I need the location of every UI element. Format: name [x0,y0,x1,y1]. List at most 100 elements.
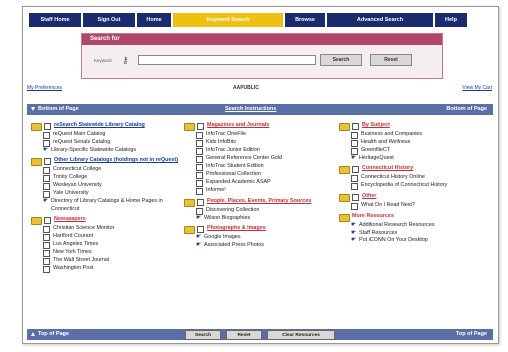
checkbox[interactable] [351,132,358,139]
section-checkbox[interactable] [197,226,204,234]
link-icon: ☛ [196,241,202,248]
checkbox[interactable] [351,183,358,191]
checkbox[interactable] [196,172,203,179]
view-cart-link[interactable]: View My Cart [462,85,492,91]
checkbox[interactable] [196,140,203,147]
bottom-of-page-link-left[interactable]: Bottom of Page [31,104,79,115]
search-button[interactable]: Search [320,54,362,66]
list-item[interactable]: Wilson Biographies [204,215,250,222]
profile-label: AAPUBLIC [233,85,259,91]
link-icon: ☛ [351,236,357,243]
checkbox[interactable] [43,183,50,191]
section-heading[interactable]: Photographs & Images [207,225,266,232]
tab-home[interactable]: Home [137,13,171,27]
section-heading[interactable]: Other Library Catalogs (holdings not in … [54,157,178,164]
list-item[interactable]: Directory of Library Catalogs & Home Pag… [51,198,181,213]
section-checkbox[interactable] [352,194,359,202]
checkbox[interactable] [43,225,50,233]
checkbox[interactable] [196,164,203,171]
section-checkbox[interactable] [44,216,51,224]
checkbox[interactable] [196,208,203,215]
clear-resources-button[interactable]: Clear Resources [267,330,335,340]
list-item: Los Angeles Times [53,240,99,247]
column-catalogs: reSearch Statewide Library Catalog reQue… [31,121,181,273]
checkbox[interactable] [43,265,50,273]
list-item: Professional Collection [206,171,261,177]
checkbox[interactable] [43,241,50,249]
checkbox[interactable] [43,257,50,265]
checkbox[interactable] [196,180,203,187]
bottom-of-page-link-right[interactable]: Bottom of Page [446,104,487,115]
list-item: Hartford Courant [53,232,94,239]
search-resources-button[interactable]: Search [185,330,221,340]
list-item[interactable]: Associated Press Photos [204,242,264,249]
folder-icon [339,166,350,175]
reset-button[interactable]: Reset [370,54,412,66]
tab-sign-out[interactable]: Sign Out [83,13,135,27]
list-item[interactable]: Google Images [204,234,241,241]
tab-browse[interactable]: Browse [285,13,325,27]
checkbox[interactable] [351,175,358,183]
section-heading[interactable]: reSearch Statewide Library Catalog [54,122,145,129]
checkbox[interactable] [43,233,50,241]
section-checkbox[interactable] [44,123,51,130]
reset-resources-button[interactable]: Reset [226,330,262,340]
resource-list: reSearch Statewide Library Catalog reQue… [27,115,493,329]
list-item: InfoTrac Student Edition [206,163,264,169]
checkbox[interactable] [196,148,203,155]
section-checkbox[interactable] [197,199,204,206]
tab-keyword-search[interactable]: Keyword Search [173,13,283,27]
list-item: General Reference Center Gold [206,155,283,161]
section-checkbox[interactable] [352,123,359,130]
link-icon: ☛ [351,222,357,229]
checkbox[interactable] [351,140,358,147]
keyword-input[interactable] [138,55,316,65]
top-of-page-link-right[interactable]: Top of Page [456,329,487,340]
checkbox[interactable] [43,191,50,199]
section-checkbox[interactable] [44,158,51,166]
section-checkbox[interactable] [197,123,204,130]
list-item: Christian Science Monitor [53,224,115,231]
section-heading[interactable]: People, Places, Events, Primary Sources [207,198,311,205]
checkbox[interactable] [196,156,203,163]
list-item[interactable]: Staff Resources [359,230,397,237]
search-instructions-link[interactable]: Search Instructions [225,104,276,115]
link-icon: ☛ [43,147,49,153]
tab-advanced-search[interactable]: Advanced Search [327,13,433,27]
checkbox[interactable] [351,148,358,155]
link-icon: ☛ [351,155,357,161]
tab-staff-home[interactable]: Staff Home [29,13,81,27]
checkbox[interactable] [43,140,50,147]
section-checkbox[interactable] [352,166,359,174]
link-icon: ☛ [196,215,202,221]
section-heading[interactable]: Magazines and Journals [207,122,269,129]
checkbox[interactable] [196,188,203,195]
folder-icon [31,216,42,225]
list-item: The Wall Street Journal [53,256,110,263]
list-item[interactable]: Library-Specific Statewide Catalogs [51,147,136,154]
section-heading[interactable]: Newspapers [54,216,86,223]
list-item[interactable]: HeritageQuest [359,155,394,162]
tab-help[interactable]: Help [435,13,467,27]
folder-icon [184,199,195,207]
section-heading[interactable]: By Subject [362,122,390,129]
list-item: reQuest Serials Catalog [53,139,111,145]
list-item: Connecticut College [53,166,102,173]
my-preferences-link[interactable]: My Preferences [27,85,62,91]
section-heading: More Resources [352,213,394,220]
list-item: Kids InfoBits [206,139,236,145]
list-item: Trinity College [53,174,88,181]
list-item[interactable]: Put iCONN On Your Desktop [359,237,428,244]
checkbox[interactable] [43,132,50,139]
checkbox[interactable] [43,167,50,175]
checkbox[interactable] [196,132,203,139]
checkbox[interactable] [351,203,358,211]
list-item[interactable]: Additional Research Resources [359,222,435,229]
section-heading[interactable]: Other [362,193,376,200]
checkbox[interactable] [43,175,50,183]
list-item: Wesleyan University [53,182,102,189]
link-icon: ☛ [351,229,357,236]
search-box-title: Search for [82,34,442,45]
checkbox[interactable] [43,249,50,257]
section-heading[interactable]: Connecticut History [362,165,413,172]
